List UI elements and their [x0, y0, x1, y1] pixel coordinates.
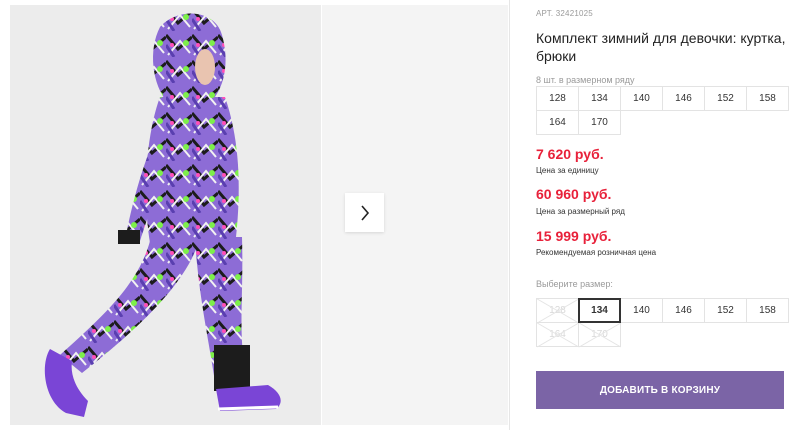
chevron-right-icon: [360, 204, 369, 221]
size-row-item: 134: [578, 86, 621, 111]
size-row-item: 170: [578, 110, 621, 135]
size-option-164: 164: [536, 322, 579, 347]
size-row-caption: 8 шт. в размерном ряду: [536, 75, 635, 85]
retail-price: 15 999 руб.: [536, 228, 612, 244]
add-to-cart-button[interactable]: ДОБАВИТЬ В КОРЗИНУ: [536, 371, 784, 409]
size-option-158[interactable]: 158: [746, 298, 789, 323]
size-row-grid: 128 134 140 146 152 158 164 170: [536, 86, 789, 135]
article-number: АРТ. 32421025: [536, 9, 593, 18]
unit-price-caption: Цена за единицу: [536, 166, 599, 175]
unit-price: 7 620 руб.: [536, 146, 604, 162]
size-row-item: 152: [704, 86, 747, 111]
product-photo[interactable]: [10, 5, 321, 425]
size-row-item: 158: [746, 86, 789, 111]
size-row-item: 128: [536, 86, 579, 111]
row-price-caption: Цена за размерный ряд: [536, 207, 625, 216]
size-row-item: 140: [620, 86, 663, 111]
size-option-134[interactable]: 134: [578, 298, 621, 323]
product-title: Комплект зимний для девочки: куртка, брю…: [536, 30, 786, 64]
choose-size-caption: Выберите размер:: [536, 279, 613, 289]
size-row-item: 164: [536, 110, 579, 135]
gallery-next-button[interactable]: [345, 193, 384, 232]
size-option-146[interactable]: 146: [662, 298, 705, 323]
product-photo-image: [44, 13, 281, 417]
size-row-item: 146: [662, 86, 705, 111]
size-option-140[interactable]: 140: [620, 298, 663, 323]
column-divider: [509, 0, 510, 430]
size-option-128: 128: [536, 298, 579, 323]
row-price: 60 960 руб.: [536, 186, 612, 202]
size-option-152[interactable]: 152: [704, 298, 747, 323]
size-selector: 128 134 140 146 152 158 164 170: [536, 298, 789, 347]
retail-price-caption: Рекомендуемая розничная цена: [536, 248, 657, 257]
size-option-170: 170: [578, 322, 621, 347]
product-page: АРТ. 32421025 Комплект зимний для девочк…: [0, 0, 800, 430]
